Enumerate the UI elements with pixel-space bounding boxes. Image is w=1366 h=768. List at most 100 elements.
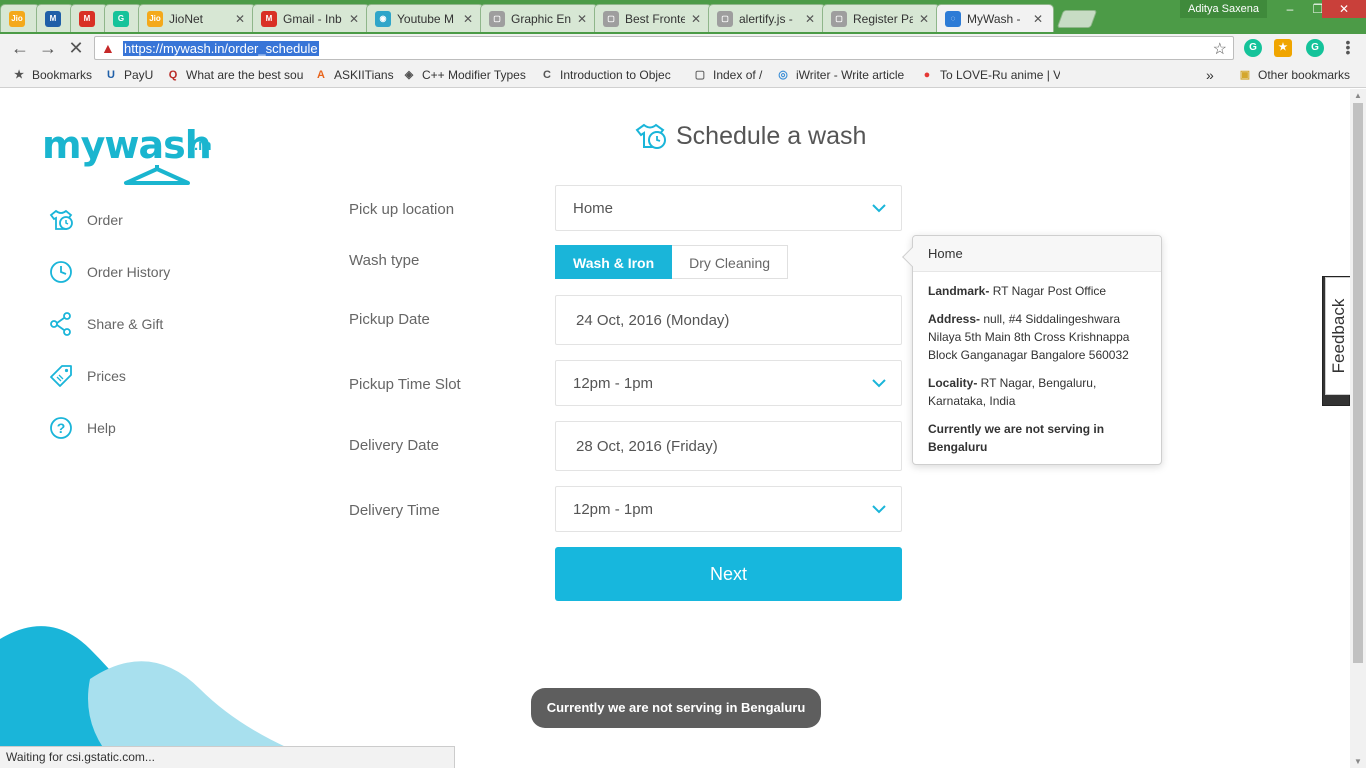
youtube-icon: ◉ [375, 10, 391, 27]
page-title: Schedule a wash [634, 119, 866, 153]
browser-tab[interactable]: ◉ Youtube M ✕ [366, 4, 484, 32]
chrome-menu-icon[interactable]: • • • [1344, 35, 1352, 59]
sidebar-item-share-gift[interactable]: Share & Gift [48, 311, 248, 337]
delivery-date-input[interactable]: 28 Oct, 2016 (Friday) [555, 421, 902, 471]
chevron-down-icon [872, 505, 886, 514]
delivery-time-value: 12pm - 1pm [573, 501, 654, 518]
scroll-up-icon[interactable]: ▲ [1354, 91, 1362, 100]
delivery-date-value: 28 Oct, 2016 (Friday) [576, 438, 718, 455]
close-tab-icon[interactable]: ✕ [691, 12, 703, 26]
url-text[interactable]: https://mywash.in/order_schedule [123, 40, 319, 57]
bookmark-item[interactable]: ★ Bookmarks [12, 67, 96, 83]
next-button[interactable]: Next [555, 547, 902, 601]
sidebar-item-label: Order [87, 212, 123, 228]
delivery-time-select[interactable]: 12pm - 1pm [555, 486, 902, 532]
delivery-date-label: Delivery Date [349, 437, 440, 454]
browser-tab[interactable]: Jio JioNet ✕ [138, 4, 256, 32]
tab-title: Gmail - Inb [283, 11, 342, 26]
doc-icon: C [543, 69, 551, 81]
close-tab-icon[interactable]: ✕ [1033, 12, 1045, 26]
close-tab-icon[interactable]: ✕ [577, 12, 589, 26]
new-tab-button[interactable] [1056, 10, 1098, 28]
loading-icon: ◌ [945, 10, 961, 27]
page-content: mywash .in Order Order History Share & G… [0, 89, 1350, 768]
quora-icon: Q [168, 69, 178, 81]
sidebar-item-help[interactable]: ? Help [48, 415, 248, 441]
extension-icon[interactable]: ★ [1274, 39, 1292, 57]
gmail-icon: M [79, 10, 95, 27]
wash-type-label: Wash type [349, 252, 420, 269]
page-icon: ▢ [603, 10, 619, 27]
page-title-text: Schedule a wash [676, 121, 867, 150]
toast-message: Currently we are not serving in Bengalur… [531, 688, 821, 728]
bookmark-item[interactable]: ◎ iWriter - Write article [776, 67, 912, 83]
browser-tab[interactable]: G [104, 4, 142, 32]
pickup-location-select[interactable]: Home [555, 185, 902, 231]
address-bar[interactable]: ▲ https://mywash.in/order_schedule ☆ [94, 36, 1234, 60]
browser-tab[interactable]: ▢ Graphic En ✕ [480, 4, 598, 32]
pickup-date-input[interactable]: 24 Oct, 2016 (Monday) [555, 295, 902, 345]
wash-type-wash-iron-button[interactable]: Wash & Iron [555, 245, 673, 279]
not-secure-icon[interactable]: ▲ [101, 40, 117, 56]
pickup-time-slot-value: 12pm - 1pm [573, 375, 654, 392]
scroll-thumb[interactable] [1353, 103, 1363, 663]
bookmark-item[interactable]: Q What are the best sou [166, 67, 306, 83]
price-tag-icon [50, 365, 72, 387]
grammarly-extension-icon[interactable]: G [1244, 39, 1262, 57]
close-tab-icon[interactable]: ✕ [349, 12, 361, 26]
close-tab-icon[interactable]: ✕ [235, 12, 247, 26]
bookmarks-overflow-button[interactable]: » [1206, 67, 1214, 83]
jio-icon: Jio [9, 10, 25, 27]
close-tab-icon[interactable]: ✕ [463, 12, 475, 26]
bookmark-label: What are the best sou [186, 68, 304, 82]
browser-tab[interactable]: M [70, 4, 108, 32]
bookmark-item[interactable]: ◈ C++ Modifier Types [402, 67, 532, 83]
bookmark-item[interactable]: A ASKIITians [314, 67, 396, 83]
feedback-tab[interactable]: Feedback ⇅ [1322, 276, 1351, 406]
wash-type-dry-cleaning-button[interactable]: Dry Cleaning [672, 245, 789, 279]
feedback-arrows-icon: ⇅ [1332, 384, 1342, 396]
star-icon: ★ [14, 69, 24, 81]
clock-icon [50, 261, 72, 283]
page-scrollbar[interactable]: ▲ ▼ [1350, 89, 1366, 768]
pickup-time-slot-select[interactable]: 12pm - 1pm [555, 360, 902, 406]
bookmark-item[interactable]: ▢ Index of / [693, 67, 765, 83]
stop-loading-icon[interactable]: ✕ [66, 38, 86, 58]
bookmark-label: Introduction to Objec [560, 68, 671, 82]
other-bookmarks-button[interactable]: ▣ Other bookmarks [1238, 67, 1350, 83]
close-tab-icon[interactable]: ✕ [919, 12, 931, 26]
browser-tab[interactable]: ▢ Best Fronte ✕ [594, 4, 712, 32]
pickup-date-value: 24 Oct, 2016 (Monday) [576, 312, 730, 329]
popover-locality: Locality- RT Nagar, Bengaluru, Karnataka… [928, 376, 1097, 408]
scroll-down-icon[interactable]: ▼ [1354, 757, 1362, 766]
back-icon[interactable]: ← [10, 38, 30, 58]
page-icon: ▢ [717, 10, 733, 27]
browser-tab[interactable]: ▢ Register Pa ✕ [822, 4, 940, 32]
bookmark-item[interactable]: C Introduction to Objec [540, 67, 680, 83]
minimize-icon[interactable]: – [1276, 0, 1304, 18]
forward-icon[interactable]: → [38, 38, 58, 58]
sidebar-item-order-history[interactable]: Order History [48, 259, 248, 285]
bookmark-label: Bookmarks [32, 68, 93, 82]
close-window-icon[interactable]: ✕ [1322, 0, 1366, 18]
sidebar-item-prices[interactable]: Prices [48, 363, 248, 389]
browser-tab[interactable]: Jio [0, 4, 40, 32]
browser-tab[interactable]: ▢ alertify.js - ✕ [708, 4, 826, 32]
browser-tab[interactable]: M [36, 4, 74, 32]
hanger-icon [124, 165, 190, 185]
sidebar-item-label: Prices [87, 368, 126, 384]
browser-tab[interactable]: ◌ MyWash - ✕ [936, 4, 1054, 32]
grammarly-extension-icon[interactable]: G [1306, 39, 1324, 57]
sidebar-item-label: Order History [87, 264, 171, 280]
bookmark-item[interactable]: ● To LOVE-Ru anime | V [920, 67, 1060, 83]
tshirt-icon [49, 209, 73, 230]
bookmark-label: Index of / [713, 68, 763, 82]
bookmark-star-icon[interactable]: ☆ [1213, 39, 1227, 59]
sidebar-item-order[interactable]: Order [48, 207, 248, 233]
close-tab-icon[interactable]: ✕ [805, 12, 817, 26]
bookmarks-bar: » ▣ Other bookmarks ★ Bookmarks U PayU Q What… [0, 62, 1366, 88]
profile-name[interactable]: Aditya Saxena [1180, 0, 1267, 18]
bookmark-item[interactable]: U PayU [104, 67, 160, 83]
mywash-logo[interactable]: mywash .in [42, 123, 222, 185]
browser-tab[interactable]: M Gmail - Inb ✕ [252, 4, 370, 32]
